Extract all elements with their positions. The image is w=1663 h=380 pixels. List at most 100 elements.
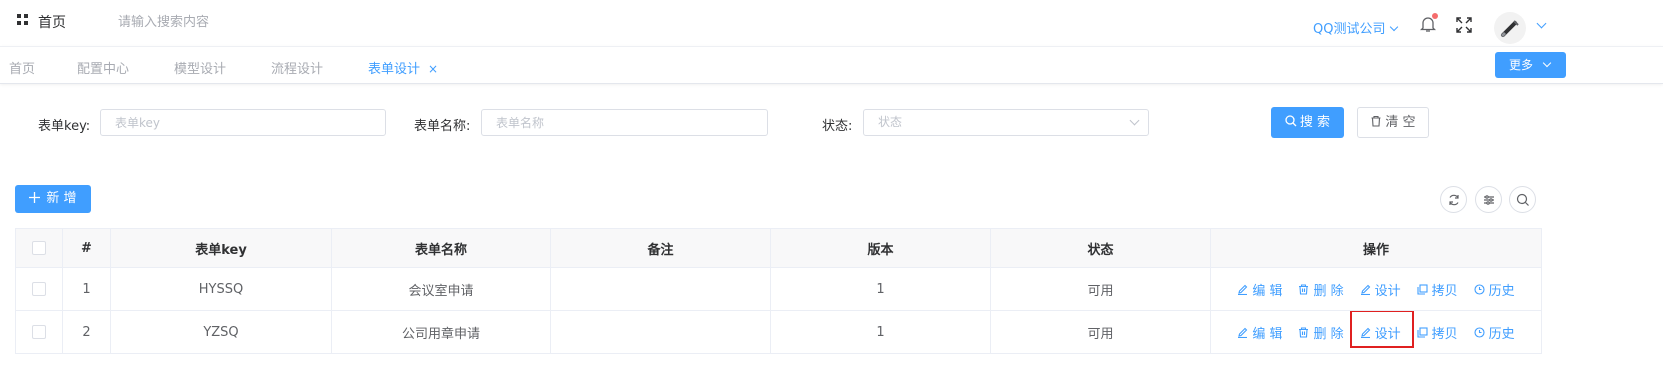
row-index: 1: [62, 267, 111, 311]
form-table: # 表单key 表单名称 备注 版本 状态 操作 1 HYSSQ 会议室申请 1…: [15, 228, 1542, 354]
user-avatar[interactable]: [1494, 12, 1526, 44]
status-label: 状态:: [822, 119, 853, 134]
bell-icon[interactable]: [1419, 13, 1438, 35]
plus-icon: [29, 192, 41, 203]
column-header: #: [62, 228, 111, 268]
fullscreen-icon[interactable]: [1456, 17, 1472, 33]
clock-icon: [1474, 326, 1485, 338]
clock-icon: [1474, 283, 1485, 295]
search-icon: [1285, 115, 1297, 127]
more-button[interactable]: 更多: [1495, 52, 1566, 78]
row-form-key: YZSQ: [110, 310, 332, 354]
column-header: 状态: [990, 228, 1211, 268]
tab-form-design[interactable]: 表单设计 ×: [368, 58, 438, 77]
edit-icon: [1360, 327, 1370, 338]
edit-label: 编 辑: [1252, 283, 1283, 299]
row-select-cell: [15, 267, 63, 311]
column-header: 表单名称: [331, 228, 551, 268]
history-button[interactable]: 历史: [1474, 280, 1515, 299]
clear-button-label: 清 空: [1385, 115, 1416, 130]
column-header: 版本: [770, 228, 991, 268]
chevron-down-icon[interactable]: [1536, 18, 1547, 29]
notification-dot: [1432, 13, 1438, 19]
search-icon: [1516, 193, 1529, 206]
row-form-name: 公司用章申请: [331, 310, 551, 354]
chevron-down-icon: [1129, 115, 1140, 126]
column-header: 操作: [1210, 228, 1542, 268]
edit-icon: [1238, 327, 1248, 338]
company-name: QQ测试公司: [1313, 22, 1386, 37]
form-key-label: 表单key:: [38, 119, 91, 134]
copy-label: 拷贝: [1431, 283, 1458, 299]
row-remark: [550, 310, 771, 354]
home-link[interactable]: 首页: [38, 12, 66, 32]
search-button[interactable]: 搜 索: [1271, 107, 1344, 138]
column-header: 备注: [550, 228, 771, 268]
row-checkbox[interactable]: [32, 282, 46, 296]
form-key-input[interactable]: [100, 109, 386, 136]
status-select[interactable]: 状态: [863, 109, 1149, 136]
row-remark: [550, 267, 771, 311]
toggle-search-button[interactable]: [1509, 186, 1536, 213]
row-actions: 编 辑 删 除 设计 拷贝 历史: [1210, 267, 1542, 311]
tab-home[interactable]: 首页: [9, 58, 35, 77]
more-button-label: 更多: [1509, 58, 1534, 72]
form-name-input[interactable]: [481, 109, 768, 136]
refresh-button[interactable]: [1440, 186, 1467, 213]
copy-button[interactable]: 拷贝: [1417, 280, 1458, 299]
copy-label: 拷贝: [1431, 326, 1458, 342]
delete-label: 删 除: [1313, 326, 1344, 342]
company-switcher[interactable]: QQ测试公司: [1313, 18, 1399, 37]
search-button-label: 搜 索: [1299, 115, 1331, 130]
status-placeholder: 状态: [878, 115, 903, 129]
refresh-icon: [1449, 194, 1459, 206]
form-name-label: 表单名称:: [414, 119, 471, 134]
add-button-label: 新 增: [46, 191, 77, 206]
edit-button[interactable]: 编 辑: [1237, 323, 1282, 342]
copy-icon: [1417, 326, 1428, 338]
add-button[interactable]: 新 增: [15, 185, 91, 213]
edit-button[interactable]: 编 辑: [1237, 280, 1282, 299]
row-checkbox[interactable]: [32, 325, 46, 339]
column-settings-button[interactable]: [1475, 186, 1502, 213]
tab-form-design-label: 表单设计: [368, 62, 421, 77]
design-label: 设计: [1374, 283, 1401, 299]
design-button[interactable]: 设计: [1349, 311, 1414, 348]
table-header-row: # 表单key 表单名称 备注 版本 状态 操作: [15, 228, 1542, 268]
row-version: 1: [770, 267, 991, 311]
delete-button[interactable]: 删 除: [1298, 323, 1344, 342]
copy-button[interactable]: 拷贝: [1417, 323, 1458, 342]
design-button[interactable]: 设计: [1360, 280, 1401, 299]
history-button[interactable]: 历史: [1474, 323, 1515, 342]
edit-label: 编 辑: [1252, 326, 1283, 342]
row-index: 2: [62, 310, 111, 354]
row-select-cell: [15, 310, 63, 354]
table-row: 2 YZSQ 公司用章申请 1 可用 编 辑 删 除 设计 拷贝 历史: [15, 310, 1542, 354]
chevron-down-icon: [1542, 58, 1552, 68]
grid-menu-icon[interactable]: [17, 14, 29, 26]
history-label: 历史: [1488, 283, 1515, 299]
trash-icon: [1299, 283, 1309, 295]
delete-label: 删 除: [1313, 283, 1344, 299]
close-icon[interactable]: ×: [428, 62, 438, 76]
row-status: 可用: [990, 267, 1211, 311]
chevron-down-icon: [1390, 22, 1399, 32]
delete-button[interactable]: 删 除: [1298, 280, 1344, 299]
design-label: 设计: [1374, 326, 1401, 342]
trash-icon: [1371, 115, 1381, 127]
sliders-icon: [1484, 195, 1494, 205]
clear-button[interactable]: 清 空: [1357, 107, 1429, 138]
header-search-input[interactable]: [118, 10, 338, 34]
row-version: 1: [770, 310, 991, 354]
row-form-key: HYSSQ: [110, 267, 332, 311]
edit-icon: [1360, 284, 1370, 295]
select-all-checkbox[interactable]: [32, 241, 46, 255]
history-label: 历史: [1488, 326, 1515, 342]
row-actions: 编 辑 删 除 设计 拷贝 历史: [1210, 310, 1542, 354]
tab-model-design[interactable]: 模型设计: [174, 58, 226, 77]
select-all-cell: [15, 228, 63, 268]
tab-config-center[interactable]: 配置中心: [77, 58, 129, 77]
top-header: 首页 QQ测试公司: [0, 0, 1663, 46]
tab-process-design[interactable]: 流程设计: [271, 58, 323, 77]
table-row: 1 HYSSQ 会议室申请 1 可用 编 辑 删 除 设计 拷贝 历史: [15, 267, 1542, 311]
